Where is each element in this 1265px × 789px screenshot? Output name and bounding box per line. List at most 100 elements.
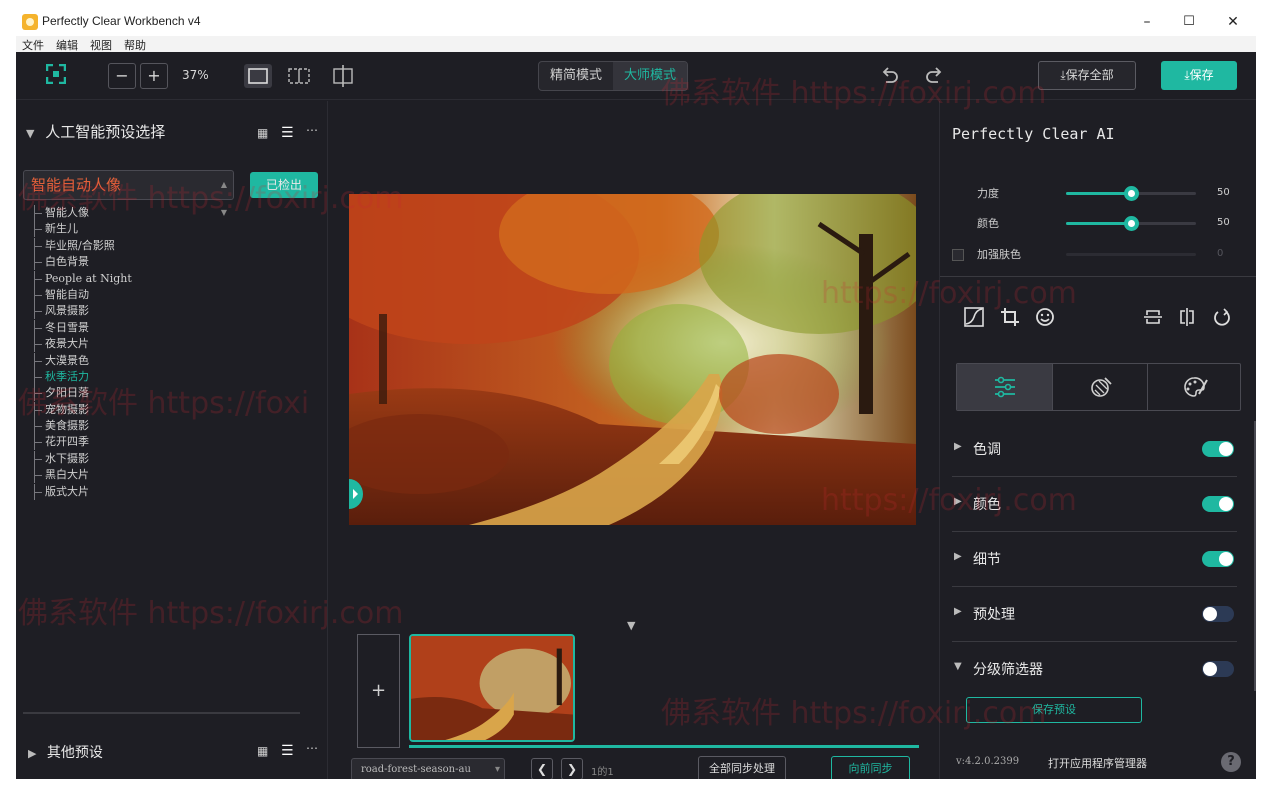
section-row[interactable]: ▶ 细节 (952, 532, 1237, 587)
flip-horizontal-icon[interactable] (1177, 307, 1197, 327)
page-info: 1的1 (591, 767, 614, 778)
preset-item[interactable]: 毕业照/合影照 (32, 237, 232, 255)
face-icon[interactable] (1035, 307, 1055, 327)
more-options-icon[interactable]: ⋯ (306, 123, 318, 137)
detected-button[interactable]: 已检出 (250, 172, 318, 198)
slider-label: 加强肤色 (977, 248, 1021, 261)
split-view-icon[interactable] (288, 68, 310, 84)
compare-view-icon[interactable] (332, 65, 354, 87)
slider-thumb[interactable] (1124, 186, 1139, 201)
other-presets-header[interactable]: ▶ 其他预设 (28, 742, 103, 762)
rotate-icon[interactable] (1212, 307, 1232, 327)
section-toggle[interactable] (1202, 606, 1234, 622)
section-toggle[interactable] (1202, 441, 1234, 457)
tab-effects[interactable] (1052, 364, 1147, 410)
thumbnail-selected[interactable] (409, 634, 575, 742)
preset-item[interactable]: 秋季活力 (32, 368, 232, 386)
undo-icon[interactable] (880, 66, 900, 86)
section-toggle[interactable] (1202, 551, 1234, 567)
checkbox[interactable] (952, 249, 964, 261)
minimize-button[interactable]: – (1132, 12, 1162, 32)
panel-tabs (956, 363, 1241, 411)
preset-item[interactable]: 版式大片 (32, 483, 232, 501)
section-toggle[interactable] (1202, 496, 1234, 512)
grid-view-icon[interactable]: ▦ (257, 126, 268, 140)
chevron-left-icon: ❮ (536, 762, 548, 776)
slider-track[interactable] (1066, 186, 1196, 201)
section-row[interactable]: ▶ 色调 (952, 422, 1237, 477)
preset-list: 智能人像 新生儿 毕业照/合影照 白色背景 People at Night 智能自动 风景摄… (32, 205, 232, 501)
preset-item[interactable]: 冬日雪景 (32, 319, 232, 337)
panel-scrollbar[interactable] (1254, 421, 1256, 691)
menu-view[interactable]: 视图 (90, 37, 112, 53)
grid-view-icon[interactable]: ▦ (257, 744, 268, 758)
curves-icon[interactable] (964, 307, 984, 327)
preset-panel: ▼ 人工智能预设选择 ▦ ☰ ⋯ 智能自动人像 ▲ ▼ 已检出 智能人像 新生儿 毕业… (16, 101, 328, 779)
list-view-icon[interactable]: ☰ (281, 743, 294, 759)
preset-dropdown[interactable]: 智能自动人像 ▲ ▼ (23, 170, 234, 217)
preset-item[interactable]: 风景摄影 (32, 303, 232, 320)
section-label: 分级筛选器 (973, 662, 1043, 678)
section-toggle[interactable] (1202, 661, 1234, 677)
preset-item[interactable]: 美食摄影 (32, 418, 232, 435)
tab-adjustments[interactable] (957, 364, 1052, 410)
preset-item[interactable]: 白色背景 (32, 254, 232, 271)
prev-image-button[interactable]: ❮ (531, 758, 553, 779)
preset-item[interactable]: 黑白大片 (32, 467, 232, 484)
sync-forward-button[interactable]: 向前同步 (831, 756, 910, 779)
more-options-icon[interactable]: ⋯ (306, 741, 318, 755)
list-view-icon[interactable]: ☰ (281, 125, 294, 141)
section-row[interactable]: ▼ 分级筛选器 (952, 642, 1237, 697)
help-icon[interactable]: ? (1221, 752, 1241, 772)
section-row[interactable]: ▶ 预处理 (952, 587, 1237, 642)
preset-section-header[interactable]: ▼ 人工智能预设选择 (26, 121, 165, 142)
preset-item[interactable]: 夕阳日落 (32, 385, 232, 402)
thumbnail-image (411, 636, 573, 740)
app-manager-link[interactable]: 打开应用程序管理器 (1048, 755, 1147, 771)
chevron-right-icon: ▶ (954, 551, 962, 562)
redo-icon[interactable] (924, 66, 944, 86)
preset-item[interactable]: 智能人像 (32, 205, 232, 222)
tab-simple-mode[interactable]: 精简模式 (539, 62, 613, 90)
save-preset-button[interactable]: 保存预设 (966, 697, 1142, 723)
preset-item[interactable]: 智能自动 (32, 286, 232, 304)
slider-thumb[interactable] (1124, 216, 1139, 231)
filmstrip-scrollbar[interactable] (409, 745, 919, 748)
next-image-button[interactable]: ❯ (561, 758, 583, 779)
preset-item[interactable]: 花开四季 (32, 434, 232, 451)
sync-all-button[interactable]: 全部同步处理 (698, 756, 786, 779)
crop-icon[interactable] (1000, 307, 1020, 327)
close-button[interactable]: ✕ (1218, 12, 1248, 32)
add-image-button[interactable]: + (357, 634, 400, 748)
window-title: Perfectly Clear Workbench v4 (42, 14, 201, 28)
preset-item[interactable]: 水下摄影 (32, 450, 232, 468)
single-view-icon[interactable] (244, 64, 272, 88)
maximize-button[interactable]: ☐ (1174, 12, 1204, 32)
fit-screen-icon[interactable] (46, 64, 66, 84)
preset-item[interactable]: 宠物摄影 (32, 401, 232, 419)
save-button[interactable]: ⤓保存 (1161, 61, 1237, 90)
preset-dropdown-value: 智能自动人像 (31, 176, 122, 194)
preset-item[interactable]: 夜景大片 (32, 336, 232, 353)
tab-palette[interactable] (1147, 364, 1240, 410)
zoom-out-button[interactable]: − (108, 63, 136, 89)
other-presets-label: 其他预设 (46, 745, 103, 761)
menu-edit[interactable]: 编辑 (56, 37, 78, 53)
save-all-button[interactable]: ⤓保存全部 (1038, 61, 1136, 90)
collapse-filmstrip-icon[interactable]: ▼ (627, 619, 635, 632)
menu-file[interactable]: 文件 (22, 37, 44, 53)
flip-vertical-icon[interactable] (1143, 307, 1163, 327)
toolbar: − + 37% 精简模式 大师模式 ⤓保存全部 ⤓保存 (16, 52, 1256, 100)
panel-expand-handle[interactable] (349, 479, 363, 509)
zoom-in-button[interactable]: + (140, 63, 168, 89)
slider-track[interactable] (1066, 253, 1196, 256)
filename-dropdown[interactable]: road-forest-season-au ▾ (351, 758, 505, 779)
preset-item[interactable]: 新生儿 (32, 221, 232, 238)
menu-help[interactable]: 帮助 (124, 37, 146, 53)
section-row[interactable]: ▶ 颜色 (952, 477, 1237, 532)
autumn-forest-photo[interactable] (349, 194, 916, 525)
preset-item[interactable]: People at Night (32, 270, 232, 287)
preset-item[interactable]: 大漠景色 (32, 352, 232, 369)
tab-master-mode[interactable]: 大师模式 (613, 62, 687, 90)
slider-track[interactable] (1066, 216, 1196, 231)
